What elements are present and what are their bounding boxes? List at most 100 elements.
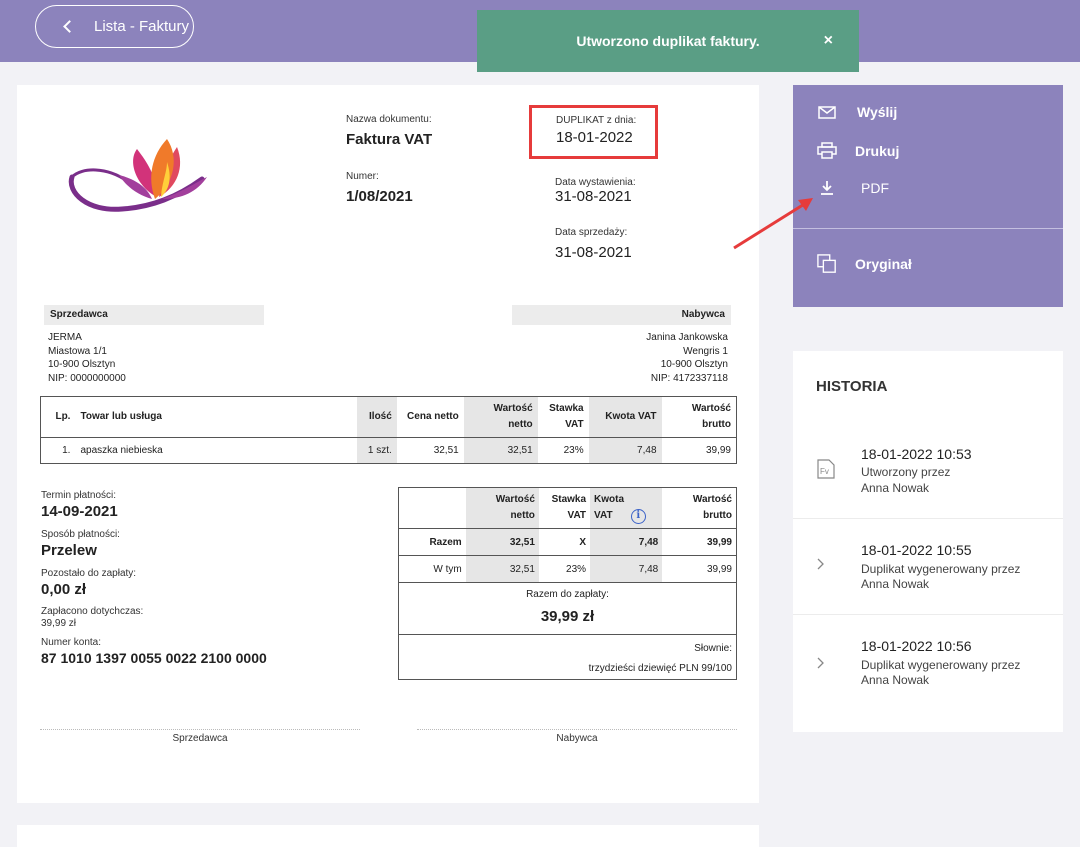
cell: 39,99: [706, 536, 732, 548]
copy-icon: [817, 253, 837, 275]
printer-icon: [817, 142, 837, 159]
duplicate-date-highlight: DUPLIKAT z dnia: 18-01-2022: [529, 105, 658, 159]
chevron-right-icon: [817, 656, 825, 672]
history-desc-line2: Anna Nowak: [861, 673, 930, 687]
col-qty: Ilość: [356, 396, 397, 438]
lotus-logo: [68, 139, 207, 212]
cell: 32,51: [465, 528, 539, 556]
due-label: Termin płatności:: [41, 490, 117, 501]
success-toast: Utworzono duplikat faktury. ×: [477, 10, 859, 72]
info-icon[interactable]: i: [630, 509, 646, 524]
history-desc-line2: Anna Nowak: [861, 577, 930, 591]
seller-line: NIP: 0000000000: [48, 372, 126, 384]
cell: 23%: [566, 563, 587, 575]
summary-words-row: Słownie: trzydzieści dziewięć PLN 99/100: [399, 635, 737, 680]
buyer-line: 10-900 Olsztyn: [660, 359, 728, 370]
buyer-address: Janina Jankowska Wengris 1 10-900 Olszty…: [646, 331, 728, 385]
print-label: Drukuj: [855, 142, 900, 159]
payment-method: Przelew: [41, 542, 97, 559]
original-label: Oryginał: [855, 256, 912, 272]
chevron-right-icon: [817, 557, 825, 573]
cell: 7,48: [590, 555, 663, 583]
summary-table: Wartość netto Stawka VAT Kwota VAT i War…: [398, 487, 737, 680]
to-pay-label: Razem do zapłaty:: [526, 589, 609, 600]
buyer-line: Janina Jankowska: [646, 332, 728, 343]
items-table: Lp. Towar lub usługa Ilość Cena netto Wa…: [40, 396, 737, 464]
sum-col-net: Wartość netto: [465, 487, 539, 529]
back-to-invoices-button[interactable]: Lista - Faktury: [35, 5, 194, 48]
seller-heading: Sprzedawca: [44, 305, 264, 325]
account-number: 87 1010 1397 0055 0022 2100 0000: [41, 650, 267, 666]
words-label: Słownie:: [694, 643, 732, 654]
history-panel: HISTORIA Fv 18-01-2022 10:53 Utworzony p…: [793, 351, 1063, 732]
send-button[interactable]: Wyślij: [817, 104, 897, 120]
seller-line: Miastowa 1/1: [48, 345, 107, 357]
seller-line: 10-900 Olsztyn: [48, 359, 116, 370]
seller-address: JERMA Miastowa 1/1 10-900 Olsztyn NIP: 0…: [48, 331, 126, 385]
col-lp: Lp.: [40, 396, 76, 438]
close-icon[interactable]: ×: [824, 32, 833, 50]
words-cell: Słownie: trzydzieści dziewięć PLN 99/100: [399, 635, 737, 680]
cell: 39,99: [706, 563, 732, 575]
seller-line: JERMA: [48, 332, 82, 343]
cell: 39,99: [705, 445, 731, 456]
sum-col-blank: [399, 488, 466, 529]
account-label: Numer konta:: [41, 637, 102, 648]
to-pay-amount: 39,99 zł: [540, 608, 595, 625]
history-item[interactable]: 18-01-2022 10:56 Duplikat wygenerowany p…: [793, 615, 1063, 711]
cell: 7,48: [590, 528, 663, 556]
download-icon: [817, 180, 837, 196]
doc-name-label: Nazwa dokumentu:: [346, 114, 432, 125]
print-button[interactable]: Drukuj: [817, 142, 899, 159]
col-product: Towar lub usługa: [75, 396, 357, 438]
col-gross: Wartość brutto: [661, 396, 737, 438]
sum-col-vat-rate: Stawka VAT: [551, 494, 587, 521]
send-label: Wyślij: [857, 104, 898, 120]
history-item[interactable]: 18-01-2022 10:55 Duplikat wygenerowany p…: [793, 519, 1063, 615]
words-value: trzydzieści dziewięć PLN 99/100: [588, 663, 732, 674]
history-item: Fv 18-01-2022 10:53 Utworzony przez Anna…: [793, 423, 1063, 519]
col-net-value: Wartość netto: [463, 396, 538, 438]
cell: 32,51: [463, 437, 538, 464]
cell: 7,48: [588, 437, 662, 464]
buyer-signature-label: Nabywca: [556, 733, 598, 744]
history-desc-line1: Duplikat wygenerowany przez: [861, 658, 1021, 672]
history-datetime: 18-01-2022 10:56: [861, 638, 972, 654]
issue-date-label: Data wystawienia:: [555, 177, 636, 188]
envelope-icon: [817, 105, 837, 119]
remaining-amount: 0,00 zł: [41, 581, 87, 598]
history-datetime: 18-01-2022 10:55: [861, 542, 972, 558]
history-desc-line1: Utworzony przez: [861, 465, 951, 479]
buyer-heading: Nabywca: [512, 305, 731, 325]
history-desc-line2: Anna Nowak: [861, 481, 930, 495]
issue-date: 31-08-2021: [555, 188, 632, 205]
cell: W tym: [433, 563, 462, 575]
seller-signature-line: [40, 729, 360, 730]
col-vat-amount: Kwota VAT: [588, 396, 662, 438]
doc-name: Faktura VAT: [346, 131, 433, 148]
buyer-line: Wengris 1: [683, 345, 728, 357]
invoice-next-page: [17, 825, 759, 847]
col-vat-rate: Stawka VAT: [537, 396, 589, 438]
pdf-button[interactable]: PDF: [817, 180, 889, 196]
paid-label: Zapłacono dotychczas:: [41, 606, 144, 617]
sum-col-gross: Wartość brutto: [692, 494, 732, 521]
summary-header-row: Wartość netto Stawka VAT Kwota VAT i War…: [398, 487, 737, 529]
to-pay-cell: Razem do zapłaty: 39,99 zł: [399, 583, 737, 635]
cell: Razem: [429, 536, 462, 548]
summary-to-pay-row: Razem do zapłaty: 39,99 zł: [398, 583, 737, 635]
paid-amount: 39,99 zł: [41, 618, 77, 629]
svg-text:Fv: Fv: [820, 467, 829, 476]
cell: apaszka niebieska: [80, 445, 163, 456]
due-date: 14-09-2021: [41, 503, 118, 520]
history-title: HISTORIA: [816, 378, 888, 395]
seller-signature-label: Sprzedawca: [172, 733, 228, 744]
sale-date-label: Data sprzedaży:: [555, 227, 628, 238]
cell: 1.: [62, 445, 71, 456]
method-label: Sposób płatności:: [41, 529, 120, 540]
history-datetime: 18-01-2022 10:53: [861, 446, 972, 462]
pdf-label: PDF: [861, 180, 889, 196]
duplicate-label: DUPLIKAT z dnia:: [556, 115, 637, 126]
original-button[interactable]: Oryginał: [817, 253, 912, 275]
fv-document-icon: Fv: [817, 459, 835, 482]
